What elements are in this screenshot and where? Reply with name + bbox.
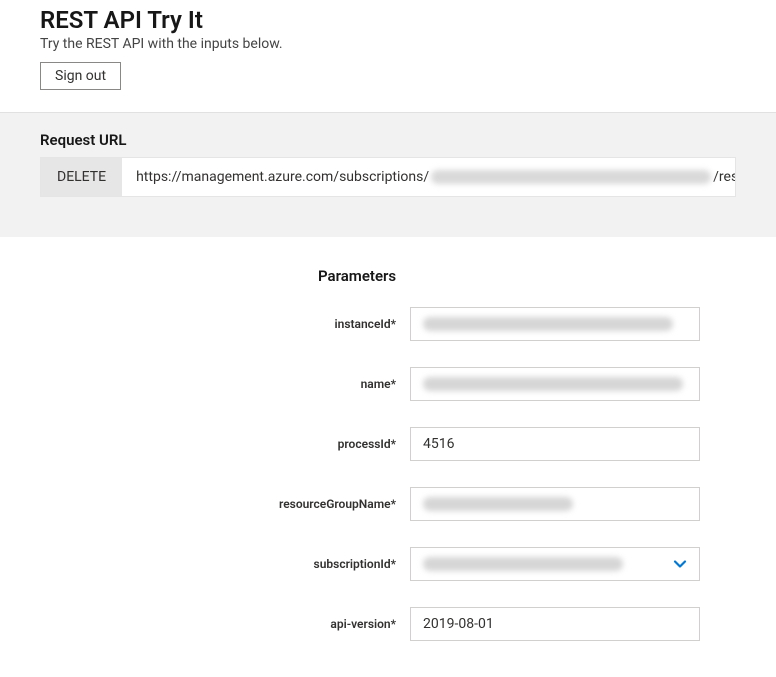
param-label: processId*	[40, 437, 410, 451]
parameters-heading: Parameters	[318, 267, 736, 285]
param-input-name[interactable]	[410, 367, 700, 401]
request-url-section: Request URL DELETE https://management.az…	[0, 112, 776, 237]
url-prefix: https://management.azure.com/subscriptio…	[136, 169, 429, 185]
param-input-resourcegroupname[interactable]	[410, 487, 700, 521]
param-select-subscriptionid[interactable]	[410, 547, 700, 581]
param-label: resourceGroupName*	[40, 497, 410, 511]
redacted-value	[423, 497, 573, 511]
param-label: api-version*	[40, 617, 410, 631]
param-row: subscriptionId*	[40, 547, 736, 581]
request-url-bar: DELETE https://management.azure.com/subs…	[40, 157, 736, 197]
param-row: api-version*	[40, 607, 736, 641]
page-title: REST API Try It	[40, 6, 736, 34]
header-section: REST API Try It Try the REST API with th…	[0, 0, 776, 112]
param-row: name*	[40, 367, 736, 401]
request-url-text[interactable]: https://management.azure.com/subscriptio…	[122, 158, 735, 196]
request-url-heading: Request URL	[40, 131, 736, 149]
param-row: resourceGroupName*	[40, 487, 736, 521]
param-input-api-version[interactable]	[410, 607, 700, 641]
param-input-processid[interactable]	[410, 427, 700, 461]
param-label: name*	[40, 377, 410, 391]
param-row: instanceId*	[40, 307, 736, 341]
http-method: DELETE	[41, 158, 122, 196]
param-row: processId*	[40, 427, 736, 461]
page-subtitle: Try the REST API with the inputs below.	[40, 36, 736, 52]
chevron-down-icon	[673, 557, 687, 571]
param-label: subscriptionId*	[40, 557, 410, 571]
sign-out-button[interactable]: Sign out	[40, 62, 121, 90]
param-label: instanceId*	[40, 317, 410, 331]
url-redacted-segment	[431, 170, 711, 184]
redacted-value	[423, 377, 683, 391]
redacted-value	[423, 317, 673, 331]
url-suffix: /resourceG	[713, 169, 735, 185]
param-input-instanceid[interactable]	[410, 307, 700, 341]
redacted-value	[423, 557, 623, 571]
parameters-section: Parameters instanceId* name* processId* res…	[0, 237, 776, 677]
